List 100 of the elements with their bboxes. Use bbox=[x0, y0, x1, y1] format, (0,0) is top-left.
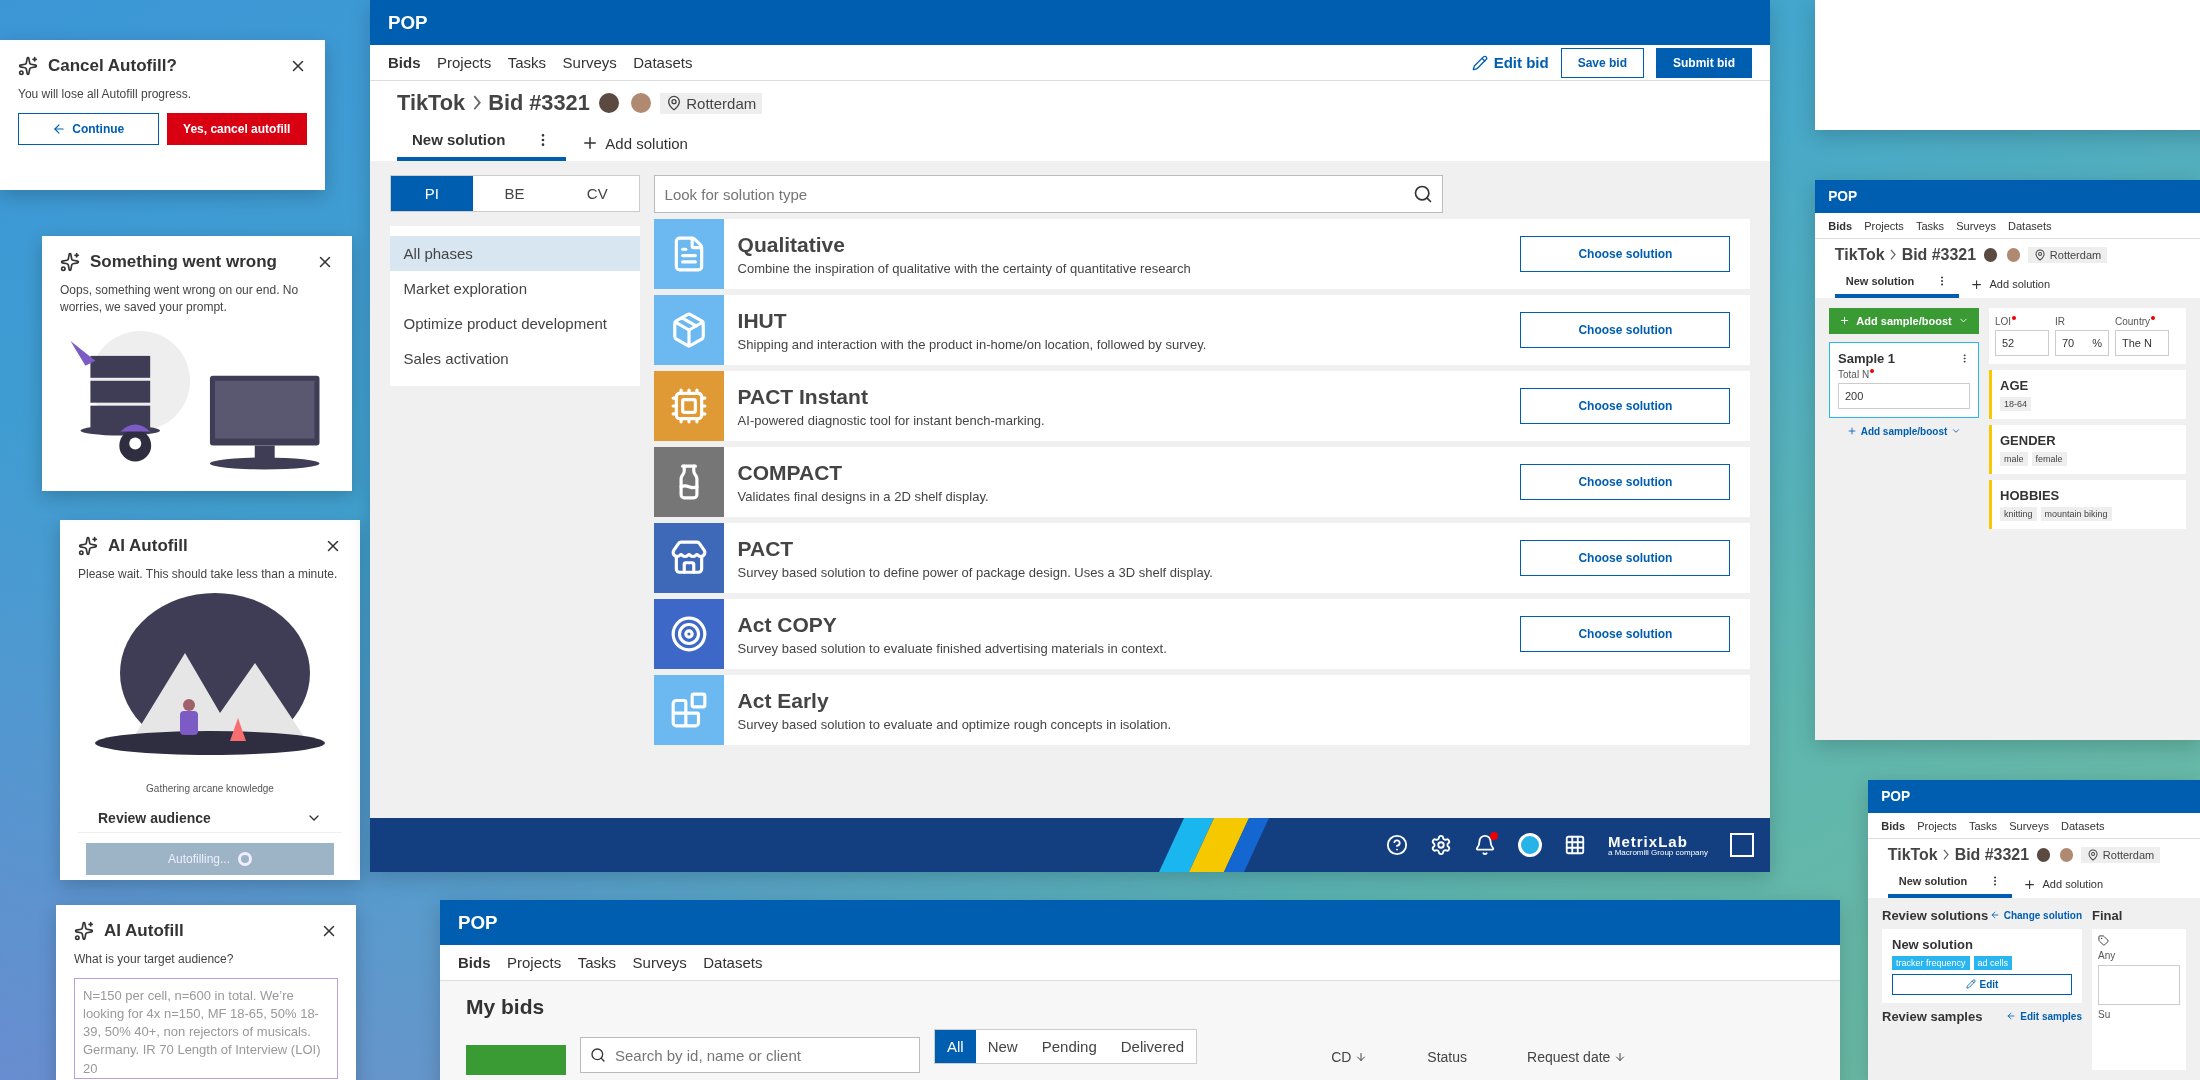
nav-link[interactable]: Tasks bbox=[1915, 219, 1945, 232]
criterion-tag: 18-64 bbox=[2000, 396, 2032, 411]
solution-description: Validates final designs in a 2D shelf display. bbox=[737, 488, 990, 504]
edit-samples-link[interactable]: Edit samples bbox=[2006, 1010, 2082, 1022]
app-name: POP bbox=[1828, 189, 1858, 204]
add-solution-tab[interactable]: Add solution bbox=[2023, 871, 2104, 898]
user-avatar[interactable] bbox=[1517, 833, 1542, 857]
nav-link[interactable]: Datasets bbox=[2008, 219, 2052, 232]
total-n-field[interactable]: 200 bbox=[1838, 382, 1970, 409]
required-icon bbox=[2012, 315, 2017, 320]
solution-title: COMPACT bbox=[737, 460, 844, 485]
phase-item[interactable]: Sales activation bbox=[389, 341, 640, 376]
choose-solution-button[interactable]: Choose solution bbox=[1520, 616, 1731, 652]
nav-link[interactable]: Datasets bbox=[633, 54, 693, 71]
choose-solution-button[interactable]: Choose solution bbox=[1520, 464, 1731, 500]
chip-icon bbox=[669, 387, 708, 425]
client-name[interactable]: TikTok bbox=[1887, 846, 1938, 864]
bell-icon[interactable] bbox=[1473, 834, 1496, 856]
choose-solution-button[interactable]: Choose solution bbox=[1520, 312, 1731, 348]
chevron-right-icon bbox=[1943, 849, 1950, 861]
section-title: Review samples bbox=[1882, 1008, 1983, 1024]
change-solution-link[interactable]: Change solution bbox=[1989, 909, 2082, 921]
pencil-icon bbox=[1965, 979, 1976, 990]
cancel-autofill-button[interactable]: Yes, cancel autofill bbox=[166, 112, 307, 145]
nav-link[interactable]: Bids bbox=[458, 954, 491, 971]
dialog-message: Please wait. This should take less than a minute. bbox=[78, 566, 339, 583]
column-header[interactable]: Status bbox=[1427, 1049, 1468, 1065]
client-name[interactable]: TikTok bbox=[397, 90, 466, 116]
sort-icon bbox=[1355, 1051, 1368, 1063]
nav-link[interactable]: Tasks bbox=[1968, 819, 1998, 832]
brand-name: MetrixLab bbox=[1607, 833, 1689, 849]
plus-icon bbox=[1970, 277, 1984, 292]
nav-link[interactable]: Bids bbox=[1828, 219, 1853, 232]
column-header[interactable]: CD bbox=[1331, 1049, 1368, 1065]
field-label: LOI bbox=[1995, 315, 2049, 327]
plus-icon bbox=[1846, 426, 1857, 437]
nav-link[interactable]: Surveys bbox=[632, 954, 687, 971]
add-solution-tab[interactable]: Add solution bbox=[581, 125, 688, 161]
required-icon bbox=[1870, 368, 1875, 373]
nav-link[interactable]: Projects bbox=[1917, 819, 1957, 832]
choose-solution-button[interactable]: Choose solution bbox=[1520, 540, 1731, 576]
phase-item[interactable]: Optimize product development bbox=[389, 306, 640, 341]
nav-link[interactable]: Datasets bbox=[703, 954, 763, 971]
settings-icon[interactable] bbox=[1429, 834, 1452, 856]
nav-link[interactable]: Surveys bbox=[1956, 219, 1996, 232]
segment-option[interactable]: PI bbox=[390, 176, 474, 211]
dialog-message: Oops, something went wrong on our end. No worries, we saved your prompt. bbox=[60, 282, 300, 316]
solution-title: Act Early bbox=[737, 688, 830, 713]
continue-button[interactable]: Continue bbox=[18, 112, 159, 145]
choose-solution-button[interactable]: Choose solution bbox=[1520, 388, 1731, 424]
nav-link[interactable]: Bids bbox=[1881, 819, 1906, 832]
phase-item[interactable]: All phases bbox=[389, 236, 640, 271]
nav-link[interactable]: Surveys bbox=[562, 54, 617, 71]
nav-link[interactable]: Bids bbox=[388, 54, 421, 71]
choose-solution-button[interactable]: Choose solution bbox=[1520, 236, 1731, 272]
plus-icon bbox=[2023, 877, 2037, 892]
help-icon[interactable] bbox=[1385, 834, 1408, 856]
filter-option[interactable]: All bbox=[935, 1030, 976, 1063]
search-icon bbox=[590, 1047, 606, 1063]
submit-bid-button[interactable]: Submit bid bbox=[1656, 47, 1752, 78]
input-field[interactable]: 52 bbox=[1995, 329, 2049, 356]
dialog-title: Cancel Autofill? bbox=[48, 56, 178, 76]
field-label: IR bbox=[2055, 315, 2066, 327]
apps-grid-icon[interactable] bbox=[1563, 834, 1586, 856]
nav-link[interactable]: Surveys bbox=[2009, 819, 2049, 832]
solution-description: Combine the inspiration of qualitative with the certainty of quantitative research bbox=[737, 260, 1192, 276]
search-field[interactable]: Look for solution type bbox=[653, 175, 1444, 213]
plus-icon bbox=[1839, 315, 1851, 327]
search-field[interactable]: Search by id, name or client bbox=[580, 1037, 920, 1073]
add-sample-button[interactable]: Add sample/boost bbox=[1829, 307, 1979, 334]
edit-bid-link[interactable]: Edit bid bbox=[1471, 54, 1549, 71]
save-bid-button[interactable]: Save bid bbox=[1560, 47, 1644, 78]
map-pin-icon bbox=[2033, 248, 2046, 262]
client-name[interactable]: TikTok bbox=[1834, 246, 1885, 264]
nav-link[interactable]: Tasks bbox=[507, 54, 547, 71]
solution-description: AI-powered diagnostic tool for instant bench-marking. bbox=[737, 412, 1046, 428]
nav-link[interactable]: Projects bbox=[437, 54, 492, 71]
bid-title: Bid #3321 bbox=[1954, 846, 2030, 864]
chevron-right-icon bbox=[1890, 249, 1897, 261]
nav-link[interactable]: Tasks bbox=[577, 954, 617, 971]
required-icon bbox=[2151, 315, 2155, 320]
add-sample-link[interactable]: Add sample/boost bbox=[1829, 425, 1979, 437]
section-title: Review solutions bbox=[1882, 907, 1989, 923]
search-icon[interactable] bbox=[1413, 184, 1434, 204]
field-label: Country bbox=[2115, 315, 2169, 327]
solution-title: Act COPY bbox=[737, 612, 838, 637]
criterion-tag: knitting bbox=[2000, 506, 2037, 521]
location-tag: Rotterdam bbox=[2080, 846, 2161, 864]
criterion-title: HOBBIES bbox=[2000, 487, 2061, 503]
dialog-message: You will lose all Autofill progress. bbox=[18, 86, 192, 103]
phase-item[interactable]: Market exploration bbox=[389, 271, 640, 306]
nav-link[interactable]: Projects bbox=[1864, 219, 1904, 232]
column-header[interactable]: Request date bbox=[1527, 1049, 1627, 1065]
edit-button[interactable]: Edit bbox=[1892, 973, 2072, 995]
add-solution-tab[interactable]: Add solution bbox=[1970, 271, 2051, 298]
input-field[interactable]: The N bbox=[2115, 329, 2169, 356]
bid-title: Bid #3321 bbox=[1901, 246, 1977, 264]
input-field[interactable]: 70 % bbox=[2055, 329, 2109, 356]
nav-link[interactable]: Datasets bbox=[2061, 819, 2105, 832]
nav-link[interactable]: Projects bbox=[507, 954, 562, 971]
